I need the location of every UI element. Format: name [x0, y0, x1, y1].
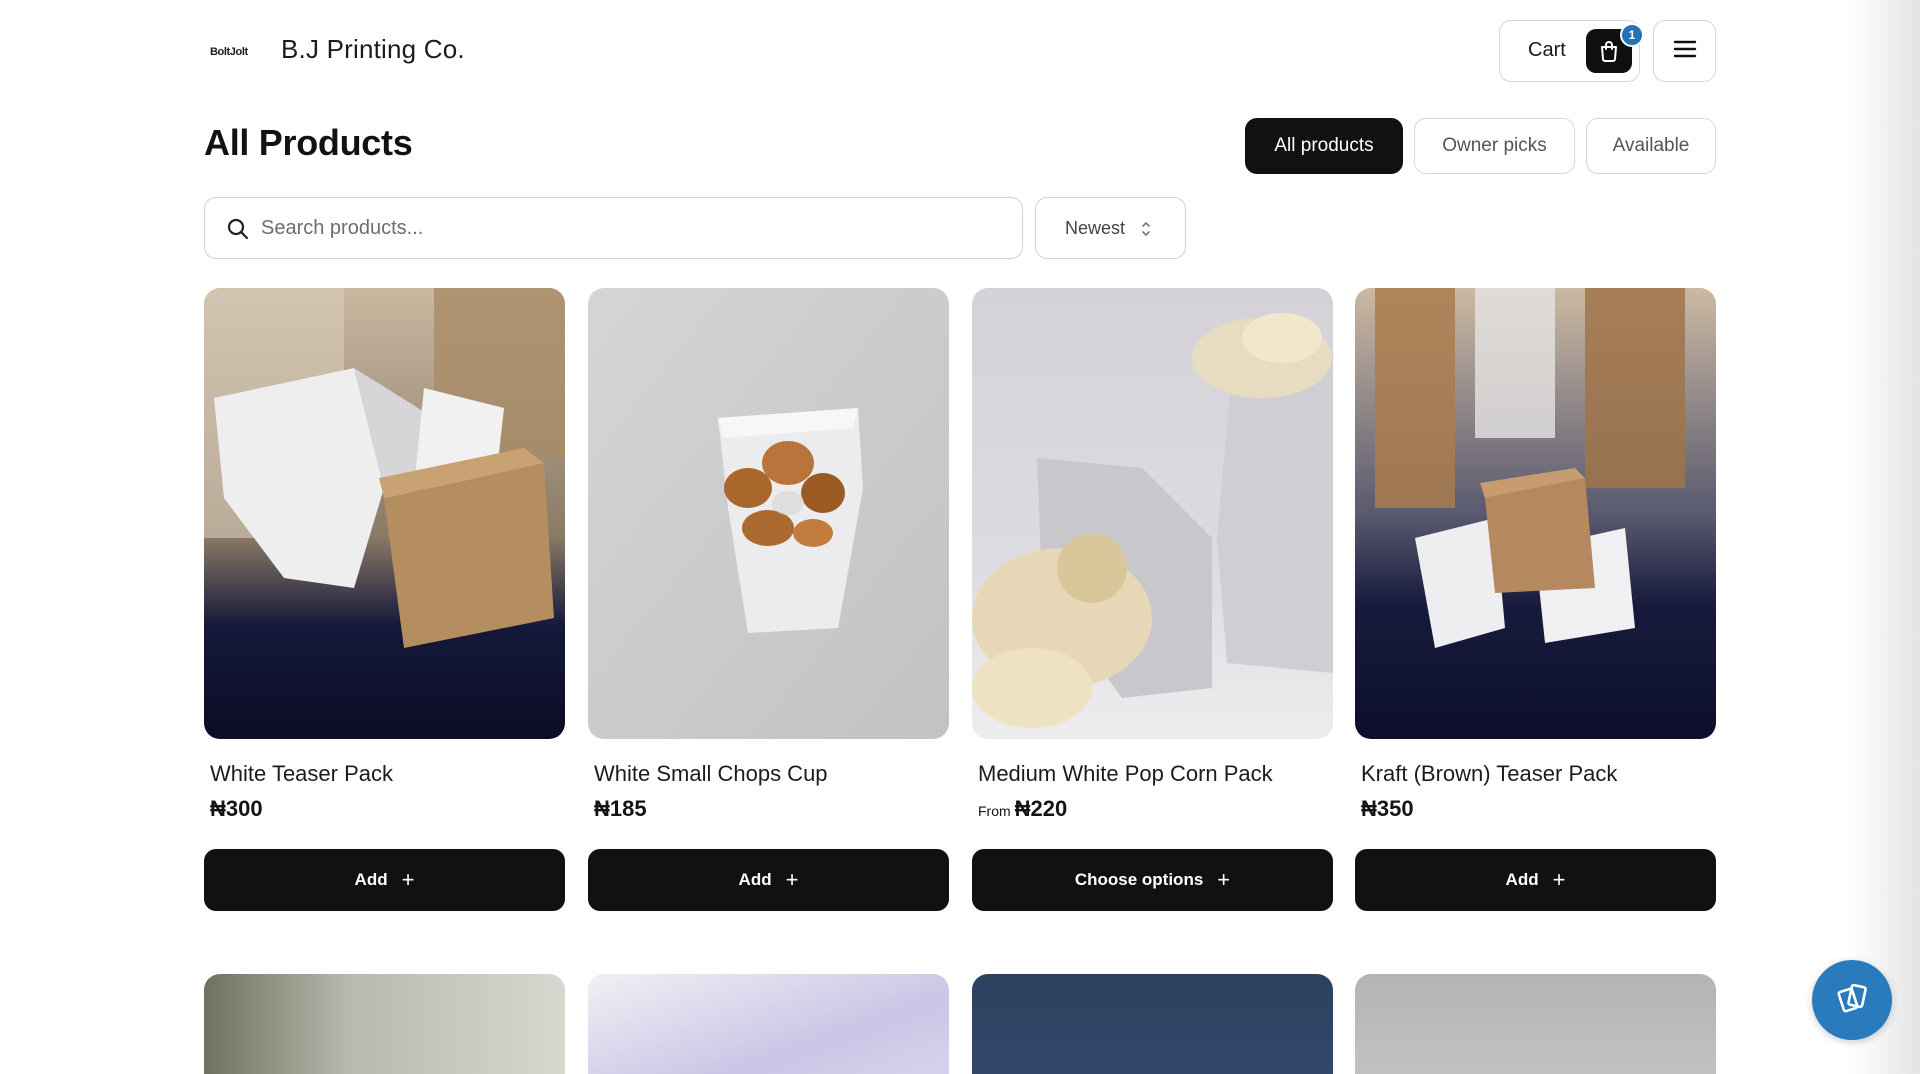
product-image[interactable] [1355, 288, 1716, 739]
brand-logo[interactable]: BoltJolt [210, 38, 260, 64]
filter-owner-picks[interactable]: Owner picks [1414, 118, 1575, 174]
plus-icon: + [401, 867, 415, 892]
product-image[interactable] [1355, 974, 1716, 1074]
sort-select[interactable]: Newest [1035, 197, 1186, 259]
add-to-cart-button[interactable]: Add + [204, 849, 565, 911]
page-edge-shadow [1850, 0, 1920, 1074]
add-button-label: Add [354, 870, 388, 889]
product-image[interactable] [204, 974, 565, 1074]
search-box[interactable] [204, 197, 1023, 259]
add-to-cart-button[interactable]: Add + [1355, 849, 1716, 911]
product-image[interactable] [972, 974, 1333, 1074]
add-button-label: Add [1505, 870, 1539, 889]
choose-options-label: Choose options [1074, 870, 1204, 889]
product-image[interactable] [588, 288, 949, 739]
logo-mark: BoltJolt [210, 46, 249, 58]
product-name[interactable]: White Small Chops Cup [594, 761, 828, 787]
plus-icon: + [1217, 867, 1231, 892]
sort-selected-value: Newest [1065, 218, 1126, 238]
chat-fab-button[interactable] [1812, 960, 1892, 1040]
filter-all-products[interactable]: All products [1245, 118, 1403, 174]
add-to-cart-button[interactable]: Add + [588, 849, 949, 911]
up-down-chevron-icon [1140, 220, 1152, 238]
menu-button[interactable] [1653, 20, 1716, 82]
product-price-value: ₦220 [1014, 796, 1068, 821]
product-price: ₦350 [1361, 796, 1414, 822]
cart-label: Cart [1528, 39, 1566, 61]
product-price-value: ₦185 [594, 796, 647, 821]
hamburger-menu-icon [1673, 39, 1697, 64]
choose-options-button[interactable]: Choose options + [972, 849, 1333, 911]
product-name[interactable]: Kraft (Brown) Teaser Pack [1361, 761, 1617, 787]
price-prefix: From [978, 803, 1011, 819]
product-image[interactable] [972, 288, 1333, 739]
svg-text:BoltJolt: BoltJolt [210, 46, 248, 58]
add-button-label: Add [738, 870, 772, 889]
chat-cards-icon [1832, 978, 1872, 1023]
search-input[interactable] [261, 210, 1001, 246]
page-title: All Products [204, 122, 413, 163]
product-price: From ₦220 [978, 796, 1067, 822]
product-price-value: ₦350 [1361, 796, 1414, 821]
product-price: ₦300 [210, 796, 263, 822]
product-name[interactable]: White Teaser Pack [210, 761, 393, 787]
product-price: ₦185 [594, 796, 647, 822]
product-name[interactable]: Medium White Pop Corn Pack [978, 761, 1273, 787]
product-image[interactable] [588, 974, 949, 1074]
filter-available[interactable]: Available [1586, 118, 1716, 174]
brand-name[interactable]: B.J Printing Co. [281, 34, 465, 65]
cart-button[interactable]: Cart 1 [1499, 20, 1644, 82]
search-icon [227, 218, 249, 240]
product-image[interactable] [204, 288, 565, 739]
cart-count-badge: 1 [1620, 23, 1644, 47]
plus-icon: + [1552, 867, 1566, 892]
plus-icon: + [785, 867, 799, 892]
product-price-value: ₦300 [210, 796, 263, 821]
site-header: BoltJolt B.J Printing Co. Cart 1 [204, 20, 1716, 82]
